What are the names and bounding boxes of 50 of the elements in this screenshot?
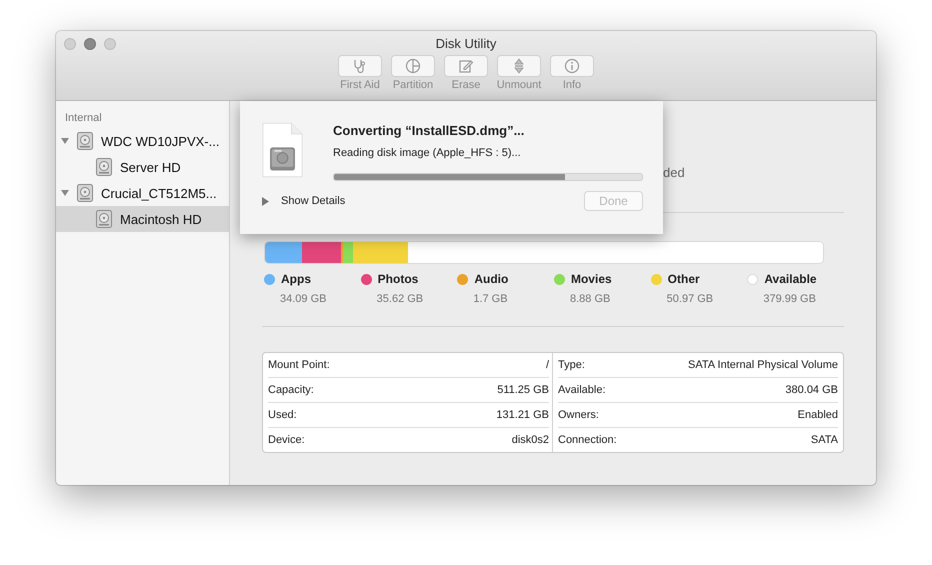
disclosure-triangle-icon[interactable] (61, 137, 69, 145)
info-label: Used: (268, 409, 297, 421)
legend-label: Movies (570, 272, 612, 286)
info-value: 511.25 GB (497, 384, 549, 396)
show-details-toggle[interactable]: Show Details (262, 195, 346, 207)
sidebar-item[interactable]: Crucial_CT512M5... (56, 180, 229, 206)
legend-value: 34.09 GB (279, 293, 328, 305)
info-label: Available: (558, 384, 606, 396)
info-icon (564, 58, 580, 74)
info-value: SATA Internal Physical Volume (688, 359, 838, 371)
sidebar-item[interactable]: WDC WD10JPVX-... (56, 128, 229, 154)
info-label: Mount Point: (268, 359, 330, 371)
hard-drive-icon (77, 184, 93, 202)
legend-label: Photos (378, 272, 418, 286)
info-value: / (546, 359, 549, 371)
stethoscope-icon (352, 58, 368, 74)
legend-value: 8.88 GB (568, 293, 612, 305)
info-value: Enabled (798, 409, 838, 421)
legend-label: Other (668, 272, 700, 286)
info-value: 380.04 GB (785, 384, 838, 396)
info-value: 131.21 GB (496, 409, 549, 421)
sidebar-item[interactable]: Server HD (56, 154, 229, 180)
info-value: SATA (810, 434, 838, 446)
info-label: Capacity: (268, 384, 314, 396)
legend-value: 50.97 GB (666, 293, 714, 305)
legend-label: Apps (281, 272, 311, 286)
hard-drive-icon (96, 158, 112, 176)
status-text: Reading disk image (Apple_HFS : 5)... (333, 147, 522, 159)
volume-description: ded (663, 165, 685, 180)
sidebar-item[interactable]: Macintosh HD (56, 206, 229, 232)
window-title: Disk Utility (436, 36, 496, 51)
info-label: Connection: (558, 434, 617, 446)
hard-drive-icon (96, 210, 112, 228)
legend-value: 379.99 GB (762, 293, 817, 305)
disclosure-triangle-icon[interactable] (262, 196, 269, 206)
hard-drive-icon (77, 132, 93, 150)
info-label: Owners: (558, 409, 599, 421)
legend-label: Audio (474, 272, 508, 286)
legend-value: 35.62 GB (376, 293, 424, 305)
info-value: disk0s2 (512, 434, 549, 446)
disclosure-triangle-icon[interactable] (61, 189, 69, 197)
legend-value: 1.7 GB (472, 293, 509, 305)
minimize-button[interactable] (84, 38, 96, 50)
legend-label: Available (764, 272, 817, 286)
pie-chart-icon (405, 58, 421, 74)
section-header: Internal (64, 112, 102, 126)
sheet-title: Converting “InstallESD.dmg”... (333, 123, 526, 138)
info-label: Device: (268, 434, 305, 446)
info-label: Type: (558, 359, 585, 371)
pencil-pad-icon (458, 58, 474, 74)
